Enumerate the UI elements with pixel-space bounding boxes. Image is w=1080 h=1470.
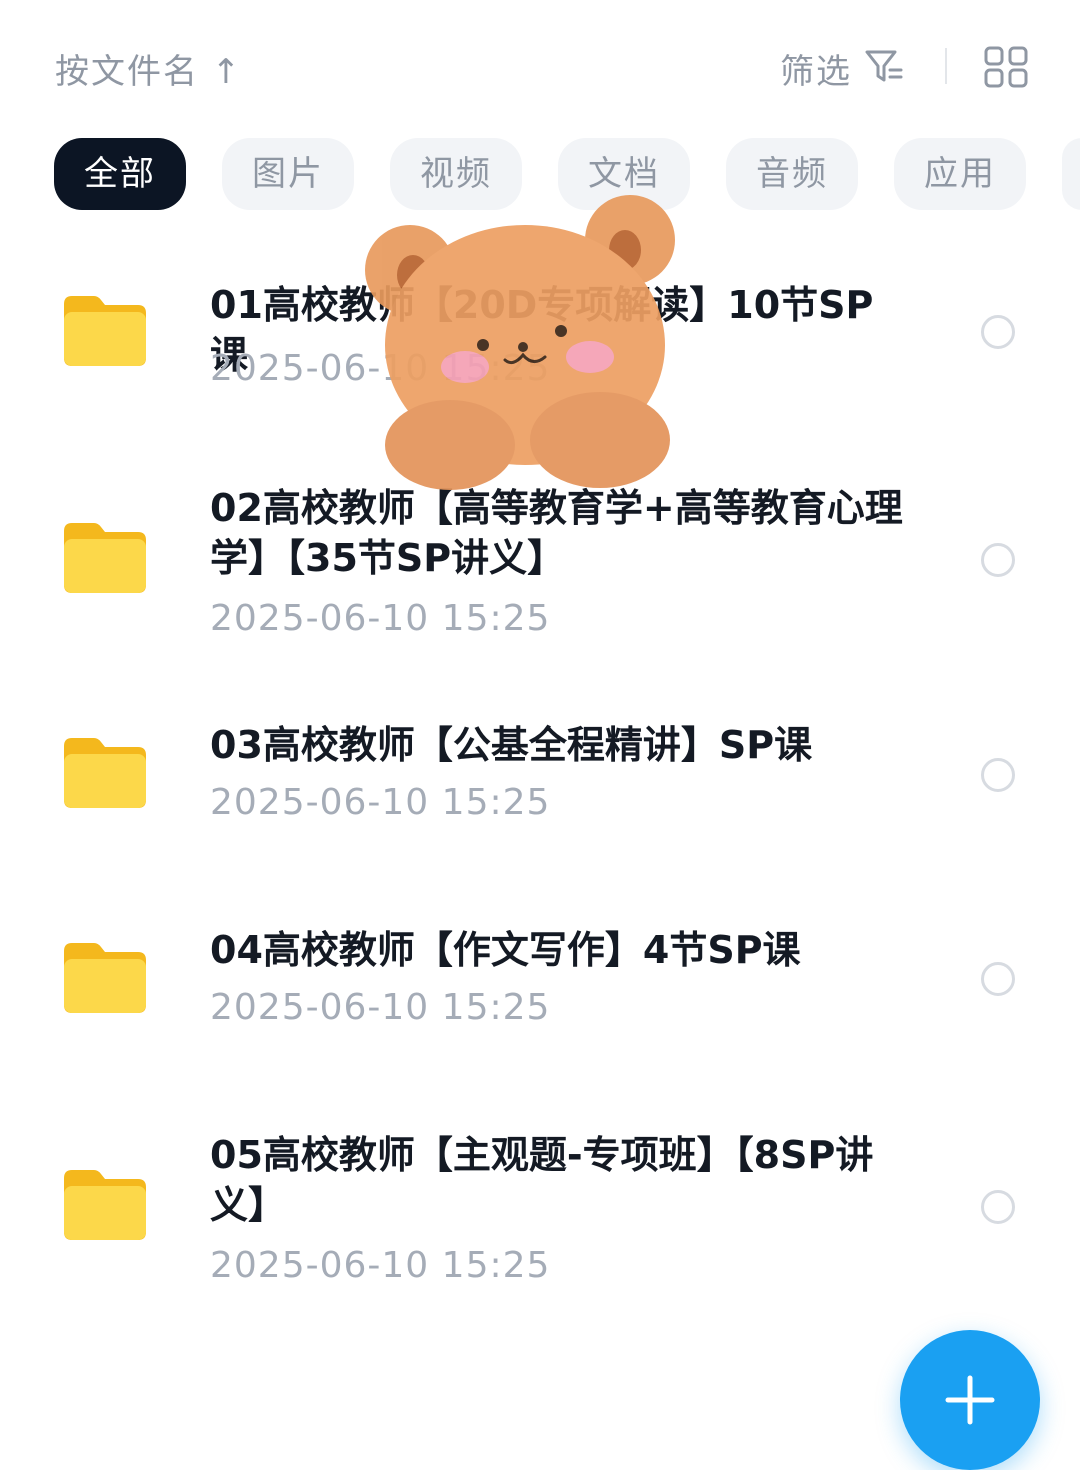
tab-apps[interactable]: 应用 xyxy=(894,138,1026,210)
select-radio[interactable] xyxy=(981,1190,1015,1224)
tab-audio[interactable]: 音频 xyxy=(726,138,858,210)
file-date: 2025-06-10 15:25 xyxy=(210,1245,551,1286)
select-radio[interactable] xyxy=(981,758,1015,792)
teddy-bear-sticker-icon xyxy=(365,195,675,490)
grid-view-icon[interactable] xyxy=(984,46,1028,88)
add-fab-button[interactable] xyxy=(900,1330,1040,1470)
folder-icon xyxy=(64,943,146,1013)
sort-by-filename-button[interactable]: 按文件名 ↑ xyxy=(55,44,242,93)
file-name: 04高校教师【作文写作】4节SP课 xyxy=(210,928,801,972)
list-item[interactable]: 05高校教师【主观题-专项班】【8SP讲义】 2025-06-10 15:25 xyxy=(0,1130,1080,1290)
top-toolbar: 按文件名 ↑ 筛选 xyxy=(0,0,1080,130)
file-name: 03高校教师【公基全程精讲】SP课 xyxy=(210,723,813,767)
list-item[interactable]: 04高校教师【作文写作】4节SP课 2025-06-10 15:25 xyxy=(0,925,1080,1045)
filter-button[interactable]: 筛选 xyxy=(780,44,852,93)
toolbar-divider xyxy=(945,48,947,84)
select-radio[interactable] xyxy=(981,543,1015,577)
folder-icon xyxy=(64,1170,146,1240)
tab-images[interactable]: 图片 xyxy=(222,138,354,210)
file-date: 2025-06-10 15:25 xyxy=(210,987,551,1028)
select-radio[interactable] xyxy=(981,962,1015,996)
folder-icon xyxy=(64,296,146,366)
plus-icon xyxy=(945,1375,995,1425)
select-radio[interactable] xyxy=(981,315,1015,349)
file-name: 02高校教师【高等教育学+高等教育心理学】【35节SP讲义】 xyxy=(210,486,903,580)
file-name: 05高校教师【主观题-专项班】【8SP讲义】 xyxy=(210,1133,874,1227)
folder-icon xyxy=(64,523,146,593)
list-item[interactable]: 02高校教师【高等教育学+高等教育心理学】【35节SP讲义】 2025-06-1… xyxy=(0,483,1080,643)
tab-all[interactable]: 全部 xyxy=(54,138,186,210)
filter-icon[interactable] xyxy=(864,48,904,84)
folder-icon xyxy=(64,738,146,808)
list-item[interactable]: 03高校教师【公基全程精讲】SP课 2025-06-10 15:25 xyxy=(0,720,1080,840)
tab-more-partial[interactable] xyxy=(1062,138,1080,210)
file-date: 2025-06-10 15:25 xyxy=(210,782,551,823)
file-date: 2025-06-10 15:25 xyxy=(210,598,551,639)
